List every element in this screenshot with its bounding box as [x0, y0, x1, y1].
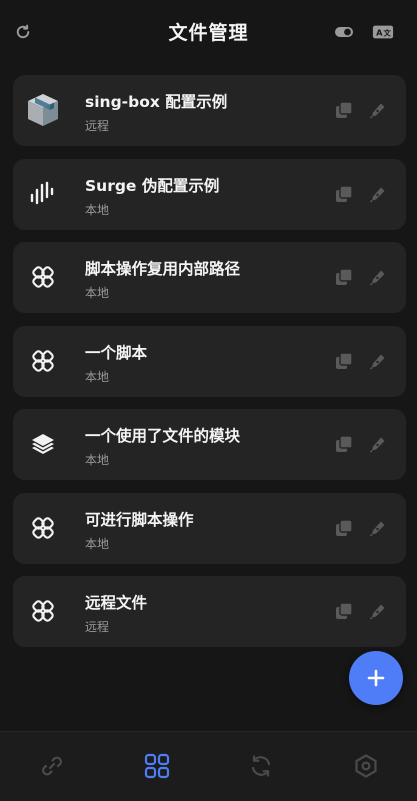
- file-name: 一个使用了文件的模块: [85, 427, 241, 445]
- file-type: 本地: [85, 536, 110, 551]
- refresh-icon[interactable]: [12, 21, 34, 43]
- file-type: 本地: [85, 286, 110, 300]
- copy-icon[interactable]: [333, 517, 355, 539]
- script-link-icon: [23, 341, 63, 381]
- layers-icon: [23, 424, 63, 464]
- script-link-icon: [23, 591, 63, 631]
- edit-pen-icon[interactable]: [367, 183, 389, 205]
- file-item[interactable]: 一个使用了文件的模块 本地: [13, 409, 406, 480]
- package-box-icon: [23, 90, 63, 130]
- script-link-icon: [23, 508, 63, 548]
- file-list: sing-box 配置示例 远程 Surge 伪配置示例 本地 脚本操作复用内部…: [13, 75, 406, 660]
- file-type: 远程: [85, 119, 110, 133]
- translate-icon[interactable]: A 文: [372, 21, 394, 43]
- file-type: 远程: [85, 620, 110, 634]
- file-name: 远程文件: [85, 594, 148, 612]
- copy-icon[interactable]: [333, 266, 355, 288]
- sync-icon[interactable]: [247, 752, 275, 780]
- file-name: 脚本操作复用内部路径: [85, 260, 241, 278]
- link-icon[interactable]: [38, 752, 66, 780]
- file-item[interactable]: 一个脚本 本地: [13, 325, 406, 397]
- copy-icon[interactable]: [333, 183, 355, 205]
- file-name: 一个脚本: [85, 343, 148, 362]
- file-item[interactable]: 可进行脚本操作 本地: [13, 492, 406, 564]
- edit-pen-icon[interactable]: [367, 350, 389, 372]
- settings-hexagon-icon[interactable]: [352, 752, 380, 780]
- toggle-icon[interactable]: [333, 21, 355, 43]
- edit-pen-icon[interactable]: [367, 99, 389, 121]
- edit-pen-icon[interactable]: [367, 517, 389, 539]
- edit-pen-icon[interactable]: [367, 266, 389, 288]
- audio-wave-icon: [23, 174, 63, 214]
- file-type: 本地: [85, 202, 110, 217]
- copy-icon[interactable]: [333, 350, 355, 372]
- plus-icon: [367, 669, 385, 687]
- copy-icon[interactable]: [333, 600, 355, 622]
- svg-text:文: 文: [382, 29, 391, 38]
- file-name: sing-box 配置示例: [85, 93, 228, 111]
- edit-pen-icon[interactable]: [367, 600, 389, 622]
- file-item[interactable]: 远程文件 远程: [13, 576, 406, 647]
- file-item[interactable]: Surge 伪配置示例 本地: [13, 158, 406, 230]
- file-type: 本地: [85, 369, 110, 384]
- header: 文件管理 A 文: [0, 0, 417, 62]
- add-file-button[interactable]: [349, 651, 403, 705]
- grid-icon[interactable]: [143, 752, 171, 780]
- file-item[interactable]: sing-box 配置示例 远程: [13, 75, 406, 146]
- file-name: 可进行脚本操作: [85, 510, 194, 529]
- copy-icon[interactable]: [333, 99, 355, 121]
- svg-text:A: A: [376, 28, 383, 38]
- edit-pen-icon[interactable]: [367, 433, 389, 455]
- file-item[interactable]: 脚本操作复用内部路径 本地: [13, 242, 406, 313]
- bottom-navigation: [0, 731, 417, 801]
- script-link-icon: [23, 257, 63, 297]
- copy-icon[interactable]: [333, 433, 355, 455]
- file-name: Surge 伪配置示例: [85, 176, 220, 195]
- file-type: 本地: [85, 453, 110, 467]
- page-title: 文件管理: [168, 21, 249, 44]
